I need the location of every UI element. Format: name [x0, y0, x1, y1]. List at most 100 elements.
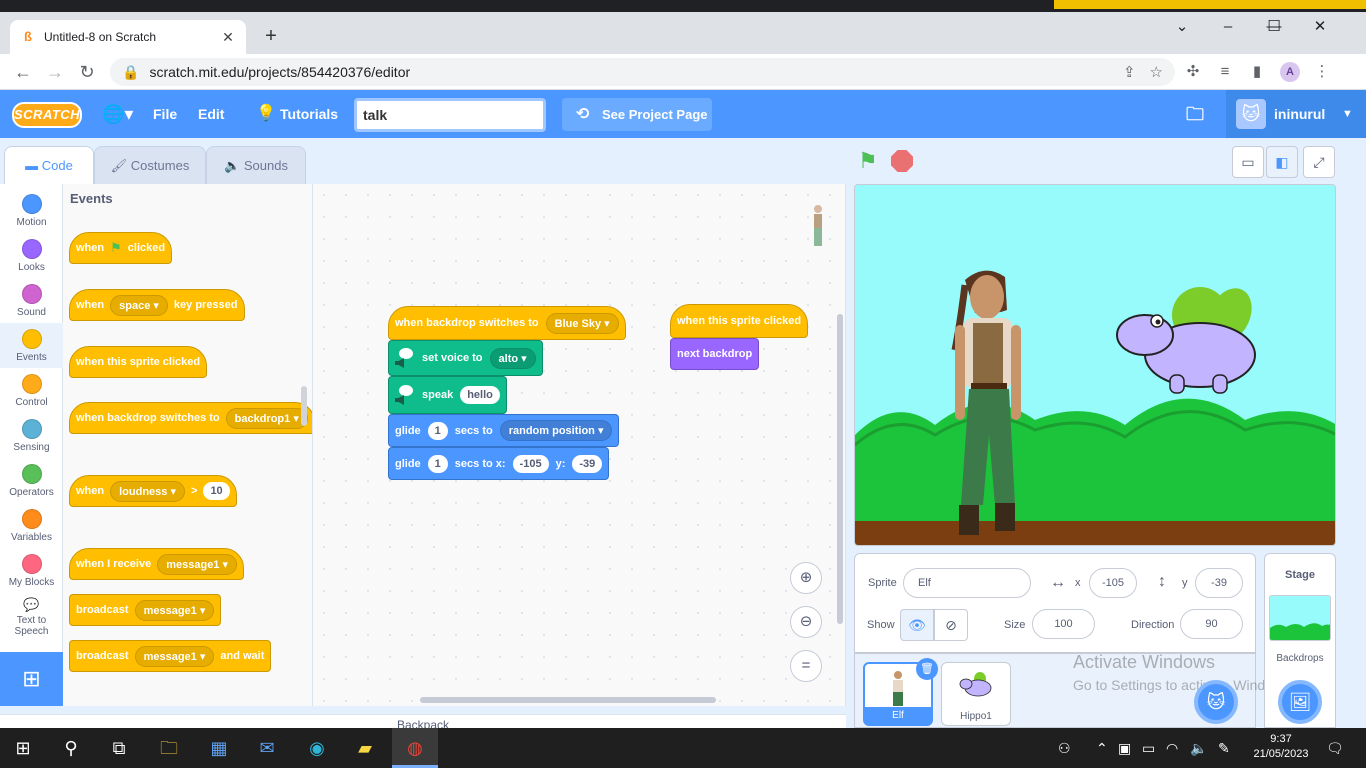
voice-dropdown[interactable]: alto ▾ — [489, 347, 536, 369]
sprite-thumb-hippo1[interactable]: Hippo1 — [941, 662, 1011, 726]
fullscreen-button[interactable]: ⤢ — [1303, 146, 1335, 178]
key-dropdown[interactable]: space ▾ — [110, 294, 168, 316]
close-tab-icon[interactable]: ✕ — [220, 29, 236, 46]
broadcast-block[interactable]: broadcast message1 ▾ — [69, 594, 222, 626]
file-explorer-icon[interactable]: 🗀 — [146, 728, 192, 768]
stage-canvas[interactable] — [854, 184, 1336, 546]
loudness-dropdown[interactable]: loudness ▾ — [110, 480, 185, 502]
sprite-name-input[interactable]: Elf — [903, 568, 1031, 598]
windows-start-icon[interactable]: ⊞ — [0, 728, 46, 768]
when-flag-clicked-block[interactable]: when ⚑ clicked — [69, 232, 173, 264]
backpack-bar[interactable]: Backpack — [0, 714, 846, 732]
glide-to-xy-block[interactable]: glide 1 secs to x: -105 y: -39 — [388, 447, 610, 480]
task-view-icon[interactable]: ⧉ — [96, 728, 142, 768]
show-sprite-button[interactable]: 👁 — [900, 609, 934, 641]
tab-code[interactable]: ▬ Code — [4, 146, 94, 186]
stop-sign-button[interactable] — [891, 150, 913, 172]
reload-icon[interactable]: ↻ — [76, 62, 98, 82]
choose-backdrop-button[interactable]: 🖼 — [1278, 680, 1322, 724]
workspace-vertical-scrollbar[interactable] — [837, 314, 843, 624]
direction-input[interactable]: 90 — [1180, 609, 1243, 639]
when-key-pressed-block[interactable]: when space ▾ key pressed — [69, 289, 245, 321]
my-stuff-folder-icon[interactable]: 🗀 — [1186, 90, 1204, 138]
glide-x-input[interactable]: -105 — [512, 454, 549, 473]
message-dropdown[interactable]: message1 ▾ — [134, 599, 215, 621]
y-input[interactable]: -39 — [1195, 568, 1243, 598]
people-icon[interactable]: ⚇ — [1058, 728, 1071, 768]
tray-chevron-icon[interactable]: ⌃ — [1096, 728, 1108, 768]
message-dropdown[interactable]: message1 ▾ — [157, 553, 238, 575]
share-icon[interactable]: ⇪ — [1123, 63, 1136, 81]
glide-y-input[interactable]: -39 — [572, 454, 603, 473]
delete-sprite-icon[interactable]: 🗑 — [916, 658, 938, 680]
search-icon[interactable]: ⚲ — [48, 728, 94, 768]
broadcast-and-wait-block[interactable]: broadcast message1 ▾ and wait — [69, 640, 272, 672]
message-dropdown[interactable]: message1 ▾ — [134, 645, 215, 667]
category-variables[interactable]: Variables — [0, 503, 63, 548]
backdrop-dropdown[interactable]: backdrop1 ▾ — [225, 407, 308, 429]
category-operators[interactable]: Operators — [0, 458, 63, 503]
tab-sounds[interactable]: 🔈 Sounds — [206, 146, 306, 184]
when-i-receive-block[interactable]: when I receive message1 ▾ — [69, 548, 245, 580]
volume-icon[interactable]: 🔈 — [1190, 728, 1207, 768]
glide-to-random-block[interactable]: glide 1 secs to random position ▾ — [388, 414, 620, 447]
category-text-to-speech[interactable]: 💬 Text to Speech — [0, 593, 63, 641]
new-tab-icon[interactable]: + — [260, 26, 282, 48]
battery-icon[interactable]: ▭ — [1142, 728, 1155, 768]
zoom-out-button[interactable]: ⊖ — [790, 606, 822, 638]
category-control[interactable]: Control — [0, 368, 63, 413]
set-voice-block[interactable]: set voice to alto ▾ — [388, 340, 543, 376]
normal-stage-button[interactable]: ◧ — [1266, 146, 1298, 178]
hide-sprite-button[interactable]: ⊘ — [934, 609, 968, 641]
flyout-scrollbar[interactable] — [301, 386, 307, 426]
back-icon[interactable]: ← — [12, 62, 34, 82]
language-globe-icon[interactable]: 🌐▾ — [102, 90, 133, 138]
small-stage-button[interactable]: ▭ — [1232, 146, 1264, 178]
workspace-horizontal-scrollbar[interactable] — [420, 697, 716, 703]
tutorials-menu[interactable]: Tutorials — [280, 90, 338, 138]
zoom-reset-button[interactable]: = — [790, 650, 822, 682]
code-workspace[interactable]: when backdrop switches to Blue Sky ▾ set… — [313, 184, 846, 706]
choose-sprite-button[interactable]: 🐱 — [1194, 680, 1238, 724]
category-looks[interactable]: Looks — [0, 233, 63, 278]
profile-avatar-icon[interactable]: A — [1280, 62, 1300, 82]
extensions-icon[interactable]: ✣ — [1183, 62, 1203, 82]
store-icon[interactable]: ▦ — [196, 728, 242, 768]
green-flag-button[interactable]: ⚑ — [858, 150, 878, 172]
next-backdrop-block[interactable]: next backdrop — [670, 338, 760, 370]
kebab-menu-icon[interactable]: ⋮ — [1312, 62, 1332, 82]
forward-icon[interactable]: → — [44, 62, 66, 82]
zoom-in-button[interactable]: ⊕ — [790, 562, 822, 594]
x-input[interactable]: -105 — [1089, 568, 1137, 598]
glide-target-dropdown[interactable]: random position ▾ — [499, 420, 613, 441]
file-menu[interactable]: File — [153, 90, 177, 138]
account-menu[interactable]: 🐱 ininurul ▼ — [1226, 90, 1366, 138]
sticky-notes-icon[interactable]: ▰ — [342, 728, 388, 768]
when-backdrop-switches-hat[interactable]: when backdrop switches to Blue Sky ▾ — [388, 306, 626, 340]
category-motion[interactable]: Motion — [0, 188, 63, 233]
url-field[interactable]: 🔒 scratch.mit.edu/projects/854420376/edi… — [110, 58, 1175, 86]
close-window-icon[interactable]: ✕ — [1297, 14, 1343, 40]
tab-search-chevron-icon[interactable]: ⌄ — [1159, 14, 1205, 40]
media-icon[interactable]: ≡ — [1215, 62, 1235, 82]
mail-icon[interactable]: ✉ — [244, 728, 290, 768]
when-sprite-clicked-block[interactable]: when this sprite clicked — [69, 346, 208, 378]
glide-secs-input[interactable]: 1 — [427, 454, 448, 473]
tab-costumes[interactable]: 🖌 Costumes — [94, 146, 206, 184]
category-my-blocks[interactable]: My Blocks — [0, 548, 63, 593]
project-title-input[interactable]: talk — [354, 98, 546, 132]
scratch-logo[interactable]: SCRATCH — [12, 102, 82, 128]
tray-device-icon[interactable]: ▣ — [1118, 728, 1131, 768]
glide-secs-input[interactable]: 1 — [427, 421, 448, 440]
add-extension-button[interactable]: ⊞ — [0, 652, 63, 706]
size-input[interactable]: 100 — [1032, 609, 1095, 639]
notifications-icon[interactable]: 🗨 — [1326, 728, 1344, 768]
edge-icon[interactable]: ◉ — [294, 728, 340, 768]
maximize-icon[interactable]: ☐ — [1251, 14, 1297, 40]
speak-block[interactable]: speak hello — [388, 376, 507, 414]
category-events[interactable]: Events — [0, 323, 63, 368]
backdrop-dropdown[interactable]: Blue Sky ▾ — [545, 312, 619, 334]
when-sprite-clicked-hat[interactable]: when this sprite clicked — [670, 304, 809, 338]
speak-text-input[interactable]: hello — [460, 386, 500, 404]
browser-tab[interactable]: ß Untitled-8 on Scratch ✕ — [10, 20, 246, 54]
